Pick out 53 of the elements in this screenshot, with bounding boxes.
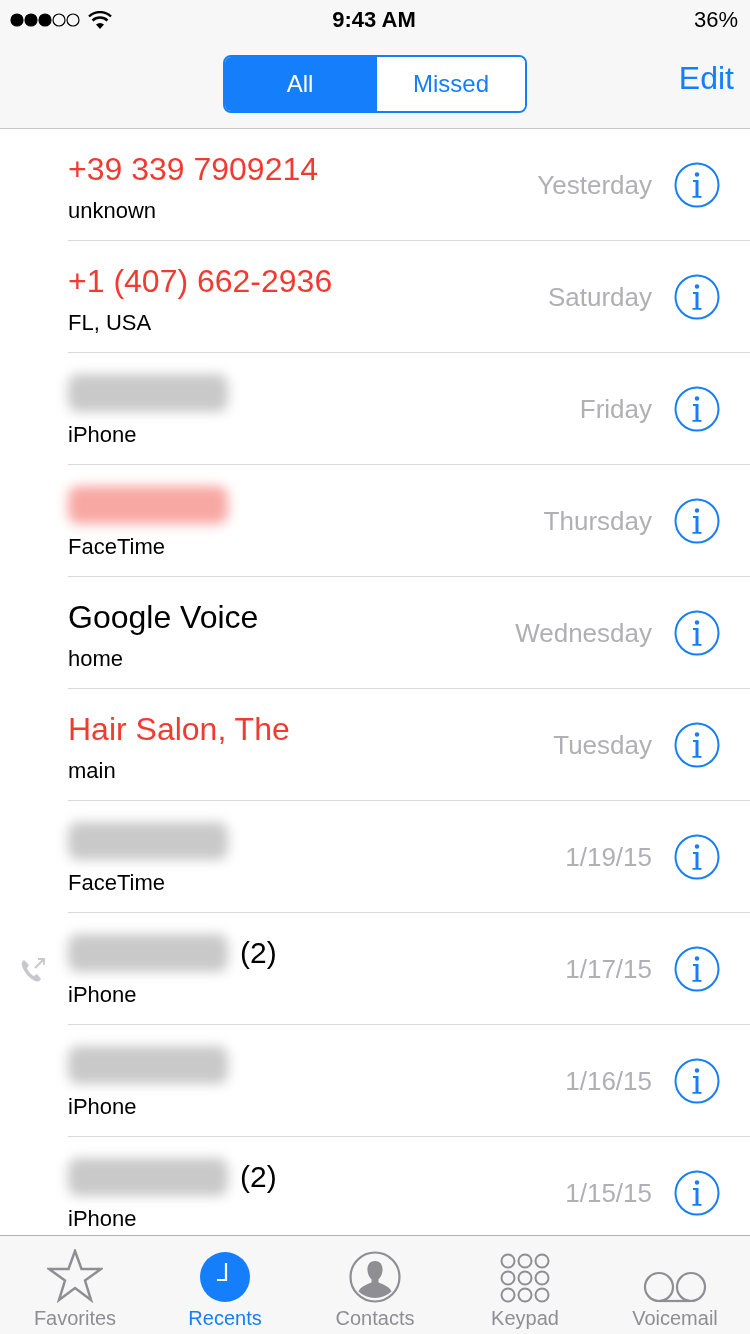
call-label: FL, USA [68,310,153,336]
call-date: Friday [579,393,652,425]
call-date: 1/16/15 [565,1065,652,1097]
call-date: Yesterday [537,169,652,201]
info-icon[interactable] [674,946,720,992]
call-label: unknown [68,198,158,224]
voicemail-icon [643,1271,707,1303]
call-label: iPhone [68,422,138,448]
tab-bar-item[interactable]: Keypad [450,1236,600,1334]
caller-name: Hair Salon, The [68,710,290,748]
info-icon[interactable] [674,386,720,432]
tab-bar-item[interactable]: Voicemail [600,1236,750,1334]
tab-bar-item[interactable]: Favorites [0,1236,150,1334]
caller-name: +1 (407) 662-2936 [68,262,333,300]
info-icon[interactable] [674,162,720,208]
signal-icon [10,13,80,27]
info-icon[interactable] [674,1058,720,1104]
caller-name: +39 339 7909214 [68,150,319,188]
call-label: main [68,758,117,784]
clock-icon [199,1251,251,1303]
info-icon[interactable] [674,498,720,544]
tab-bar-item[interactable]: Recents [150,1236,300,1334]
call-count: (2) [240,936,277,970]
info-icon[interactable] [674,274,720,320]
call-date: 1/15/15 [565,1177,652,1209]
call-label: FaceTime [68,870,166,896]
info-icon[interactable] [674,610,720,656]
call-date: Tuesday [553,729,652,761]
wifi-icon [88,11,112,29]
call-label: FaceTime [68,534,166,560]
battery-percent: 36% [692,7,738,33]
star-icon [47,1249,103,1303]
info-icon[interactable] [674,1170,720,1216]
call-date: Wednesday [515,617,652,649]
caller-name: Google Voice [68,598,259,636]
info-icon[interactable] [674,834,720,880]
tab-bar-item[interactable]: Contacts [300,1236,450,1334]
status-time: 9:43 AM [332,7,416,33]
call-label: iPhone [68,982,138,1008]
call-date: 1/17/15 [565,953,652,985]
call-label: iPhone [68,1094,138,1120]
call-date: Saturday [547,281,652,313]
segment-tab[interactable]: Missed [375,57,525,111]
edit-button[interactable]: Edit [678,60,734,97]
call-date: 1/19/15 [565,841,652,873]
call-count: (2) [240,1160,277,1194]
contact-icon [349,1251,401,1303]
call-date: Thursday [543,505,652,537]
call-label: iPhone [68,1206,138,1232]
call-label: home [68,646,125,672]
info-icon[interactable] [674,722,720,768]
segment-tab[interactable]: All [225,57,375,111]
keypad-icon [500,1253,550,1303]
